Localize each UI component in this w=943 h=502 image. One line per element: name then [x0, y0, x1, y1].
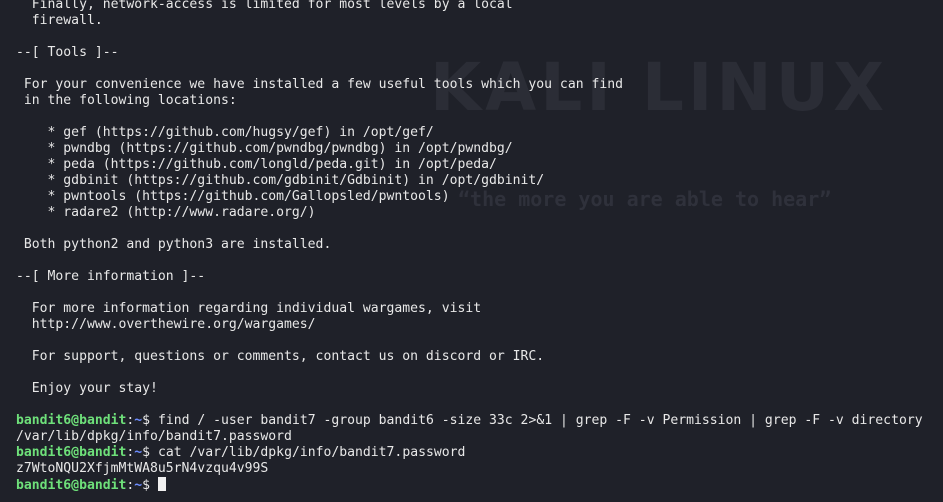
motd-line: * pwntools (https://github.com/Gallopsle… [16, 189, 450, 204]
motd-line: For support, questions or comments, cont… [16, 349, 545, 364]
motd-line: * gef (https://github.com/hugsy/gef) in … [16, 125, 434, 140]
motd-line [16, 61, 923, 77]
prompt-symbol: $ [142, 413, 158, 428]
motd-line: Enjoy your stay! [16, 381, 158, 396]
motd-line: * pwndbg (https://github.com/pwndbg/pwnd… [16, 141, 513, 156]
motd-line: http://www.overthewire.org/wargames/ [16, 317, 316, 332]
cursor-block[interactable] [157, 477, 166, 491]
prompt-user-host: bandit6@bandit [16, 478, 127, 493]
prompt-line: bandit6@bandit:~$ find / -user bandit7 -… [16, 413, 923, 429]
motd-line: * gdbinit (https://github.com/gdbinit/Gd… [16, 173, 545, 188]
motd-line: Finally, network-access is limited for m… [16, 0, 513, 12]
motd-line: firewall. [16, 13, 103, 28]
command-text: cat /var/lib/dpkg/info/bandit7.password [157, 445, 466, 460]
prompt-path: ~ [134, 413, 143, 428]
motd-line: Both python2 and python3 are installed. [16, 237, 332, 252]
motd-line [16, 365, 923, 381]
motd-line [16, 29, 923, 45]
prompt-symbol: $ [142, 445, 158, 460]
motd-line [16, 397, 923, 413]
motd-line: --[ More information ]-- [16, 269, 206, 284]
terminal-window[interactable]: KALI LINUX “the more you are able to hea… [0, 0, 943, 502]
motd-line [16, 333, 923, 349]
prompt-user-host: bandit6@bandit [16, 413, 127, 428]
motd-line: * peda (https://github.com/longld/peda.g… [16, 157, 497, 172]
motd-line: --[ Tools ]-- [16, 45, 119, 60]
motd-line: * radare2 (http://www.radare.org/) [16, 205, 316, 220]
motd-line [16, 253, 923, 269]
command-output: /var/lib/dpkg/info/bandit7.password [16, 429, 292, 444]
command-output: z7WtoNQU2XfjmMtWA8u5rN4vzqu4v99S [16, 461, 269, 476]
motd-line [16, 109, 923, 125]
prompt-line: bandit6@bandit:~$ cat /var/lib/dpkg/info… [16, 445, 923, 461]
prompt-path: ~ [134, 445, 143, 460]
terminal-output[interactable]: Finally, network-access is limited for m… [16, 0, 923, 493]
command-text: find / -user bandit7 -group bandit6 -siz… [157, 413, 923, 428]
prompt-symbol: $ [142, 478, 158, 493]
motd-line: For more information regarding individua… [16, 301, 482, 316]
motd-line: For your convenience we have installed a… [16, 77, 623, 92]
prompt-line: bandit6@bandit:~$ [16, 477, 923, 493]
prompt-user-host: bandit6@bandit [16, 445, 127, 460]
motd-line: in the following locations: [16, 93, 237, 108]
motd-line [16, 285, 923, 301]
motd-line [16, 221, 923, 237]
prompt-path: ~ [134, 478, 143, 493]
